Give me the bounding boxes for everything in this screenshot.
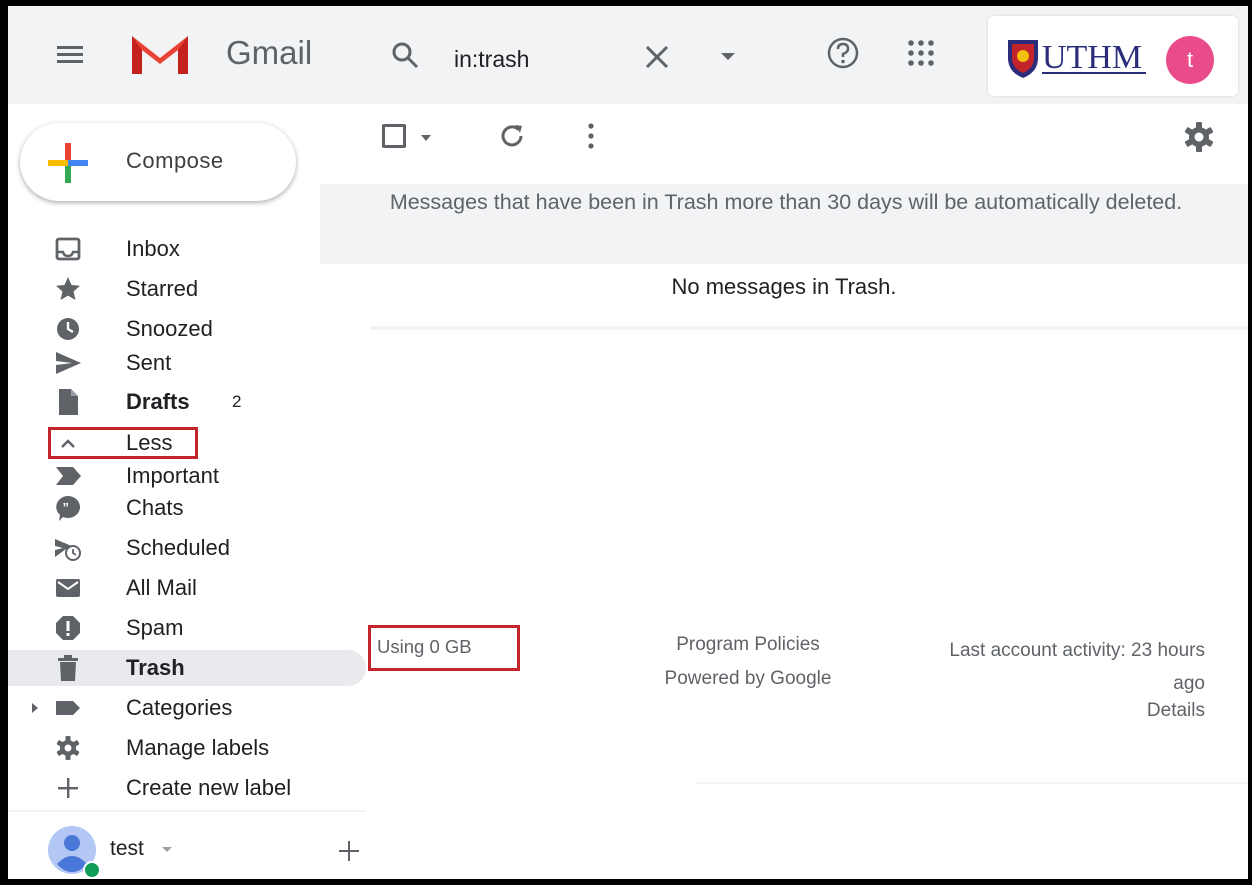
sidebar-item-drafts[interactable]: Drafts 2 (8, 384, 366, 420)
chevron-down-icon[interactable] (420, 134, 432, 142)
search-bar[interactable] (370, 16, 782, 96)
program-policies-link[interactable]: Program Policies (608, 634, 888, 656)
sidebar-item-label: All Mail (126, 575, 197, 600)
menu-line (57, 60, 83, 63)
sidebar-item-label: Manage labels (126, 735, 270, 760)
sidebar-item-snoozed[interactable]: Snoozed (8, 311, 366, 347)
content-divider (370, 326, 1248, 330)
org-logo-text: UTHM (1042, 39, 1142, 76)
top-bar: Gmail in:trash UTHM t (8, 6, 1248, 104)
send-icon (56, 352, 81, 374)
sidebar-item-label: Sent (126, 350, 172, 375)
chat-icon: ” (56, 496, 80, 521)
sidebar-item-label: Drafts (126, 389, 190, 414)
sidebar-item-label: Scheduled (126, 535, 230, 560)
expand-caret-icon[interactable] (30, 702, 40, 714)
sidebar-item-categories[interactable]: Categories (8, 690, 366, 726)
sidebar-item-important[interactable]: Important (8, 458, 366, 494)
gear-icon (56, 736, 80, 760)
message-toolbar (320, 106, 1248, 180)
sidebar-divider (8, 810, 366, 812)
sidebar-item-label: Starred (126, 276, 199, 301)
apps-grid-icon[interactable] (906, 38, 936, 68)
sidebar-item-label: Snoozed (126, 316, 213, 341)
gmail-logo-icon[interactable] (128, 30, 192, 78)
plus-icon (58, 778, 78, 798)
important-icon (56, 467, 81, 485)
sidebar-item-trash[interactable]: Trash (8, 650, 366, 686)
menu-line (57, 46, 83, 49)
account-dropdown-icon[interactable] (161, 844, 173, 854)
trash-retention-notice: Messages that have been in Trash more th… (320, 184, 1248, 264)
menu-line (57, 53, 83, 56)
svg-text:”: ” (63, 500, 70, 515)
help-icon[interactable] (826, 36, 860, 70)
sidebar-item-spam[interactable]: Spam (8, 610, 366, 646)
compose-label: Compose (126, 148, 224, 173)
last-account-activity: Last account activity: 23 hours ago (949, 640, 1205, 694)
sidebar-item-starred[interactable]: Starred (8, 271, 366, 307)
sidebar-item-chats[interactable]: ” Chats (8, 490, 366, 526)
search-input[interactable] (454, 46, 654, 73)
sidebar-item-label: Important (126, 463, 219, 488)
sidebar-item-label: Spam (126, 615, 184, 640)
sidebar-item-label: Chats (126, 495, 184, 520)
mail-icon (56, 579, 80, 597)
footer-divider (696, 782, 1248, 784)
app-name: Gmail (226, 34, 313, 71)
storage-usage: Using 0 GB (377, 636, 472, 657)
sidebar-item-label: Less (126, 430, 173, 455)
search-options-icon[interactable] (718, 48, 738, 64)
powered-by-google: Powered by Google (664, 668, 832, 689)
sidebar-item-inbox[interactable]: Inbox (8, 231, 366, 267)
gmail-window: Gmail in:trash UTHM t Compose Inbox Star… (8, 6, 1248, 879)
spam-icon (56, 616, 80, 640)
sidebar-item-label: Categories (126, 695, 233, 720)
refresh-icon[interactable] (496, 120, 528, 152)
main-menu-button[interactable] (52, 42, 88, 70)
sidebar-item-manage-labels[interactable]: Manage labels (8, 730, 366, 766)
label-icon (56, 701, 80, 715)
chevron-up-icon (61, 439, 75, 448)
search-icon[interactable] (390, 40, 420, 70)
drafts-count-badge: 2 (232, 392, 242, 411)
trash-notice-text: Messages that have been in Trash more th… (389, 190, 1183, 214)
star-icon (56, 277, 80, 300)
sidebar-item-sent[interactable]: Sent (8, 345, 366, 381)
add-contact-icon[interactable] (336, 838, 362, 864)
sidebar-item-label: Inbox (126, 236, 180, 261)
hangouts-account-name[interactable]: test (110, 837, 144, 861)
sidebar-item-create-label[interactable]: Create new label (8, 770, 366, 806)
sidebar-item-less[interactable]: Less (8, 425, 366, 461)
empty-trash-message: No messages in Trash. (671, 274, 897, 299)
sidebar-item-scheduled[interactable]: Scheduled (8, 530, 366, 566)
hangouts-avatar-icon[interactable] (46, 824, 102, 879)
clear-search-icon[interactable] (642, 42, 672, 72)
trash-icon (58, 655, 78, 681)
more-options-icon[interactable] (586, 120, 596, 152)
sidebar-item-label: Create new label (126, 775, 292, 800)
uthm-logo-icon: UTHM (1008, 39, 1146, 78)
sidebar-item-all-mail[interactable]: All Mail (8, 570, 366, 606)
settings-gear-icon[interactable] (1182, 120, 1216, 154)
account-avatar-button[interactable]: t (1166, 36, 1214, 84)
activity-details-link[interactable]: Details (1058, 700, 1205, 722)
sidebar-item-label: Trash (126, 655, 185, 680)
clock-icon (57, 318, 79, 340)
draft-icon (59, 389, 78, 415)
select-all-checkbox[interactable] (382, 124, 406, 148)
scheduled-icon (55, 539, 81, 561)
organization-account-box[interactable]: UTHM t (988, 16, 1238, 96)
inbox-icon (55, 237, 81, 261)
compose-button[interactable]: Compose (20, 123, 296, 201)
compose-plus-icon (48, 143, 88, 183)
